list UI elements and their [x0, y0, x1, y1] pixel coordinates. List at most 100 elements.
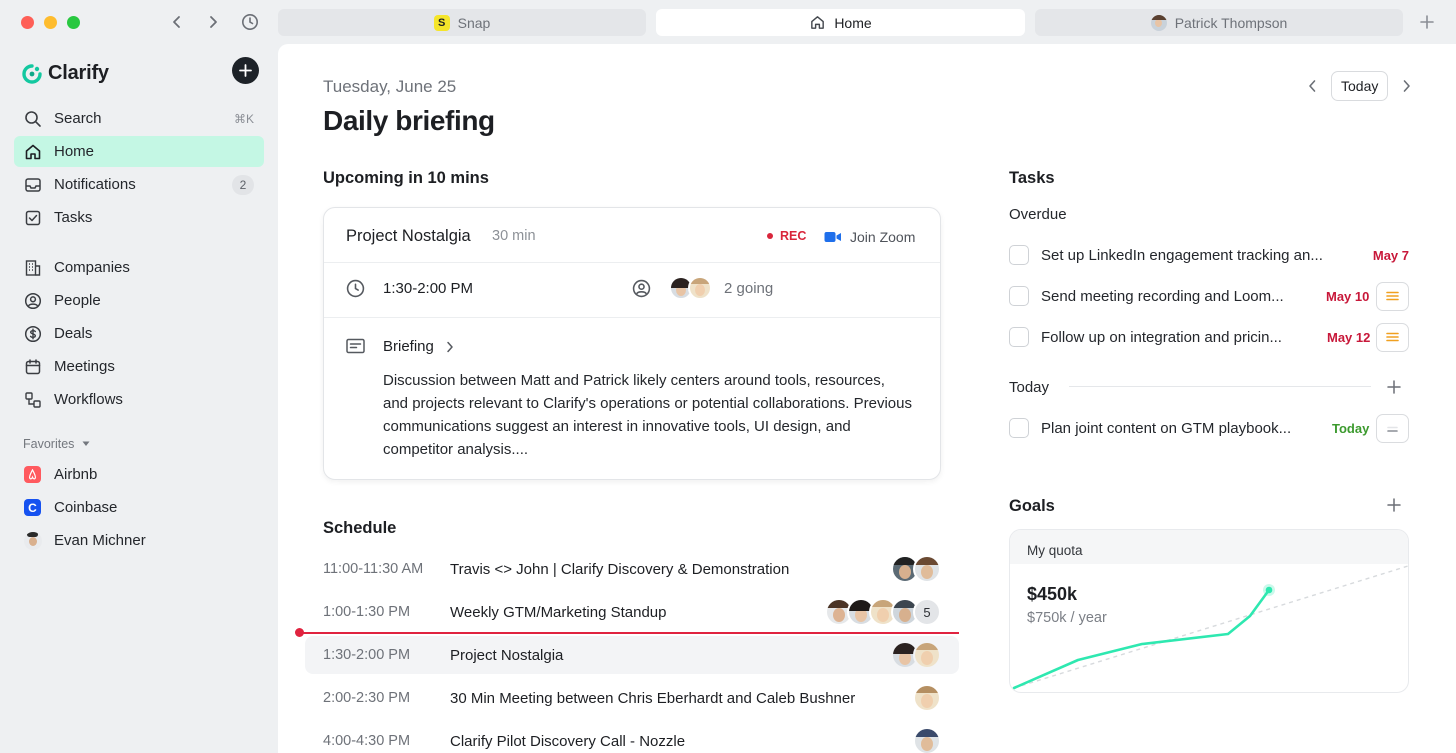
tab-label: Home: [834, 14, 872, 31]
briefing-label: Briefing: [383, 338, 434, 355]
next-day-button[interactable]: [1402, 79, 1411, 93]
schedule-time: 4:00-4:30 PM: [323, 733, 411, 749]
task-item[interactable]: Plan joint content on GTM playbook... To…: [1009, 411, 1409, 445]
sidebar-item-label: Companies: [54, 259, 130, 276]
task-item[interactable]: Send meeting recording and Loom... May 1…: [1009, 279, 1409, 313]
record-dot-icon: [767, 233, 773, 239]
favorite-item-evan-michner[interactable]: Evan Michner: [14, 525, 264, 556]
plus-icon: [1387, 380, 1401, 394]
task-checkbox[interactable]: [1009, 245, 1029, 265]
sidebar-item-home[interactable]: Home: [14, 136, 264, 167]
schedule-row[interactable]: 2:00-2:30 PM 30 Min Meeting between Chri…: [305, 679, 959, 717]
upcoming-meeting-card[interactable]: Project Nostalgia 30 min REC Join Zoom 1…: [323, 207, 941, 480]
home-icon: [23, 142, 42, 161]
sidebar-item-people[interactable]: People: [14, 285, 264, 316]
add-goal-button[interactable]: [1386, 497, 1402, 513]
attendee-avatars: [913, 684, 941, 712]
schedule-row[interactable]: 4:00-4:30 PM Clarify Pilot Discovery Cal…: [305, 722, 959, 753]
add-task-button[interactable]: [1386, 379, 1402, 395]
schedule-row-current[interactable]: 1:30-2:00 PM Project Nostalgia: [305, 636, 959, 674]
minimize-window-button[interactable]: [44, 16, 57, 29]
today-button[interactable]: Today: [1331, 71, 1389, 101]
tab-label: Snap: [457, 14, 491, 31]
join-zoom-button[interactable]: Join Zoom: [824, 229, 915, 245]
meeting-details: 1:30-2:00 PM 2 going: [324, 263, 940, 318]
sidebar-item-notifications[interactable]: Notifications 2: [14, 169, 264, 200]
tab-snap[interactable]: S Snap: [278, 9, 646, 36]
sidebar: Clarify Search ⌘K Home Notifications 2 T…: [0, 44, 277, 753]
notification-count-badge: 2: [232, 174, 254, 195]
task-priority-button[interactable]: [1376, 281, 1409, 311]
meeting-duration: 30 min: [492, 228, 536, 244]
schedule-heading: Schedule: [323, 519, 397, 537]
app-logo[interactable]: Clarify: [22, 62, 109, 85]
history-button[interactable]: [239, 11, 261, 33]
more-attendees-count[interactable]: 5: [913, 598, 941, 626]
page-title: Daily briefing: [323, 105, 495, 136]
favorite-item-airbnb[interactable]: Airbnb: [14, 459, 264, 490]
task-priority-button[interactable]: [1376, 413, 1409, 443]
tab-patrick-thompson[interactable]: Patrick Thompson: [1035, 9, 1403, 36]
schedule-row[interactable]: 11:00-11:30 AM Travis <> John | Clarify …: [305, 550, 959, 588]
sidebar-item-label: Airbnb: [54, 466, 98, 483]
sidebar-item-search[interactable]: Search ⌘K: [14, 103, 264, 134]
favorites-label: Favorites: [23, 437, 75, 451]
caret-down-icon: [82, 441, 90, 446]
going-count: 2 going: [724, 279, 774, 297]
schedule-meeting-name: 30 Min Meeting between Chris Eberhardt a…: [450, 689, 856, 707]
workflow-icon: [23, 390, 42, 409]
new-tab-button[interactable]: [1416, 11, 1438, 33]
clock-icon: [242, 14, 258, 30]
window-titlebar: S Snap Home Patrick Thompson: [0, 0, 1456, 44]
meeting-time: 1:30-2:00 PM: [346, 279, 473, 298]
quota-goal-card[interactable]: My quota $450k $750k / year: [1009, 529, 1409, 693]
chevron-right-icon: [447, 341, 453, 352]
task-priority-button[interactable]: [1376, 322, 1409, 352]
favorite-item-coinbase[interactable]: C Coinbase: [14, 492, 264, 523]
favorites-header[interactable]: Favorites: [23, 437, 90, 451]
back-button[interactable]: [166, 11, 188, 33]
close-window-button[interactable]: [21, 16, 34, 29]
sidebar-item-label: Deals: [54, 325, 93, 342]
create-new-button[interactable]: [232, 57, 259, 84]
current-time-line: [298, 632, 959, 634]
schedule-time: 1:30-2:00 PM: [323, 647, 411, 663]
sidebar-item-companies[interactable]: Companies: [14, 252, 264, 283]
schedule-meeting-name: Travis <> John | Clarify Discovery & Dem…: [450, 560, 790, 578]
chevron-left-icon: [173, 16, 180, 28]
coinbase-logo-icon: C: [23, 498, 42, 517]
join-zoom-label: Join Zoom: [850, 229, 916, 245]
maximize-window-button[interactable]: [67, 16, 80, 29]
task-checkbox[interactable]: [1009, 327, 1029, 347]
chevron-left-icon: [1309, 80, 1316, 92]
building-icon: [23, 258, 42, 277]
search-icon: [23, 109, 42, 128]
checkbox-icon: [23, 208, 42, 227]
quota-progress-chart: [1012, 565, 1408, 690]
task-due-date: May 7: [1372, 247, 1409, 263]
attendees[interactable]: 2 going: [632, 276, 773, 300]
schedule-meeting-name: Clarify Pilot Discovery Call - Nozzle: [450, 732, 686, 750]
task-item[interactable]: Follow up on integration and pricin... M…: [1009, 320, 1409, 354]
task-checkbox[interactable]: [1009, 418, 1029, 438]
forward-button[interactable]: [202, 11, 224, 33]
goals-heading: Goals: [1009, 497, 1055, 515]
home-icon: [811, 16, 825, 29]
briefing-link[interactable]: Briefing: [346, 338, 454, 355]
sidebar-item-label: Meetings: [54, 358, 115, 375]
schedule-row[interactable]: 1:00-1:30 PM Weekly GTM/Marketing Standu…: [305, 593, 959, 631]
sidebar-item-tasks[interactable]: Tasks: [14, 202, 264, 233]
priority-none-icon: [1387, 426, 1398, 432]
tab-home[interactable]: Home: [656, 9, 1025, 36]
task-item[interactable]: Set up LinkedIn engagement tracking an..…: [1009, 238, 1409, 272]
recording-indicator[interactable]: REC: [767, 229, 806, 243]
attendee-avatars: [891, 641, 941, 669]
schedule-meeting-name: Project Nostalgia: [450, 646, 564, 664]
attendee-avatars: 5: [825, 598, 941, 626]
previous-day-button[interactable]: [1308, 79, 1317, 93]
task-checkbox[interactable]: [1009, 286, 1029, 306]
sidebar-item-workflows[interactable]: Workflows: [14, 384, 264, 415]
sidebar-item-meetings[interactable]: Meetings: [14, 351, 264, 382]
sidebar-item-deals[interactable]: Deals: [14, 318, 264, 349]
meeting-name[interactable]: Project Nostalgia: [346, 227, 471, 246]
